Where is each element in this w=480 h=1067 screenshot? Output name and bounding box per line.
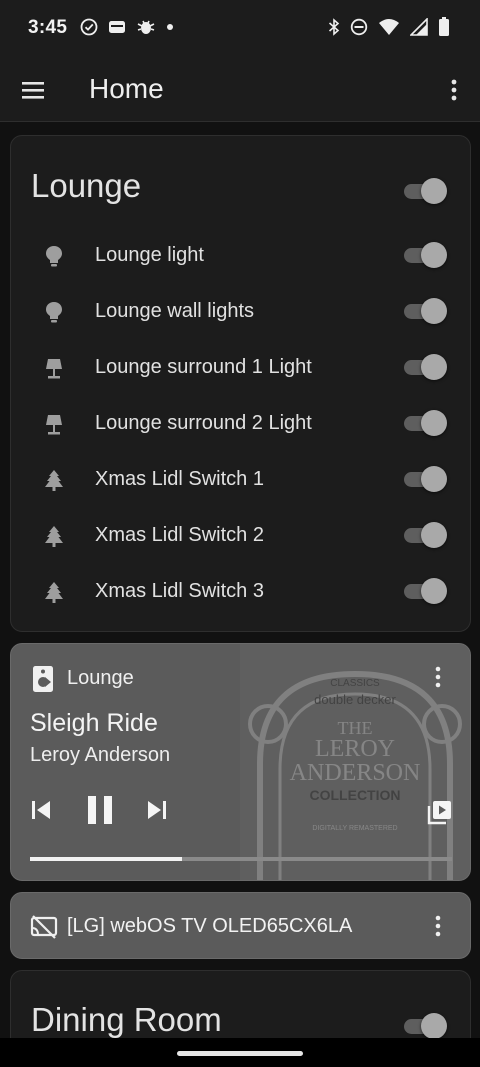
browse-media-button[interactable] bbox=[426, 798, 454, 826]
battery-icon bbox=[438, 17, 450, 37]
pause-button[interactable] bbox=[83, 793, 117, 827]
entity-row-xmas-switch-2[interactable]: Xmas Lidl Switch 2 bbox=[11, 508, 470, 564]
media-song-title: Sleigh Ride bbox=[30, 709, 158, 737]
more-vert-icon[interactable] bbox=[450, 78, 458, 102]
entity-row-xmas-switch-1[interactable]: Xmas Lidl Switch 1 bbox=[11, 452, 470, 508]
entity-label: Lounge wall lights bbox=[95, 300, 254, 322]
dot-icon bbox=[166, 23, 174, 31]
album-text-label: double decker bbox=[314, 692, 396, 707]
wallet-icon bbox=[108, 19, 126, 35]
entity-row-lounge-surround-1[interactable]: Lounge surround 1 Light bbox=[11, 340, 470, 396]
playlist-play-icon bbox=[427, 801, 451, 825]
entity-label: Lounge surround 1 Light bbox=[95, 356, 312, 378]
lamp-icon bbox=[46, 415, 62, 435]
album-text-anderson: ANDERSON bbox=[290, 760, 421, 786]
signal-icon bbox=[410, 18, 428, 36]
entity-toggle[interactable] bbox=[404, 242, 447, 268]
pause-icon bbox=[88, 796, 112, 824]
bug-icon bbox=[136, 18, 156, 36]
skip-next-icon bbox=[148, 801, 166, 819]
tv-media-card[interactable]: [LG] webOS TV OLED65CX6LA bbox=[10, 892, 471, 959]
navigation-bar bbox=[0, 1038, 480, 1067]
entity-toggle[interactable] bbox=[404, 466, 447, 492]
more-vert-icon[interactable] bbox=[434, 666, 442, 688]
pine-tree-icon bbox=[45, 470, 63, 491]
wifi-icon bbox=[378, 18, 400, 36]
entity-toggle[interactable] bbox=[404, 354, 447, 380]
skip-previous-icon bbox=[32, 801, 50, 819]
bulb-icon bbox=[46, 302, 62, 323]
album-text-remastered: DIGITALLY REMASTERED bbox=[312, 825, 397, 832]
bulb-icon bbox=[46, 246, 62, 267]
tv-device-name: [LG] webOS TV OLED65CX6LA bbox=[67, 915, 353, 937]
do-not-disturb-icon bbox=[350, 18, 368, 36]
lounge-master-toggle[interactable] bbox=[404, 178, 447, 204]
album-text-leroy: LEROY bbox=[315, 736, 395, 762]
media-player-card[interactable]: CLASSICS double decker THE LEROY ANDERSO… bbox=[10, 643, 471, 881]
home-gesture-handle[interactable] bbox=[177, 1051, 303, 1056]
entity-row-lounge-surround-2[interactable]: Lounge surround 2 Light bbox=[11, 396, 470, 452]
media-artist: Leroy Anderson bbox=[30, 744, 171, 766]
card-title-dining-room: Dining Room bbox=[31, 1001, 222, 1038]
entity-row-xmas-switch-3[interactable]: Xmas Lidl Switch 3 bbox=[11, 564, 470, 620]
entity-label: Xmas Lidl Switch 1 bbox=[95, 468, 264, 490]
app-bar: Home bbox=[0, 58, 480, 122]
media-progress-bar[interactable] bbox=[30, 857, 452, 861]
bluetooth-icon bbox=[328, 18, 340, 36]
more-vert-icon[interactable] bbox=[434, 915, 442, 937]
entity-row-lounge-light[interactable]: Lounge light bbox=[11, 228, 470, 284]
status-notification-icons bbox=[80, 18, 174, 36]
dining-master-toggle[interactable] bbox=[404, 1013, 447, 1039]
next-track-button[interactable] bbox=[145, 797, 169, 823]
entity-row-lounge-wall-lights[interactable]: Lounge wall lights bbox=[11, 284, 470, 340]
check-circle-icon bbox=[80, 18, 98, 36]
media-progress-fill bbox=[30, 857, 182, 861]
cast-off-icon bbox=[30, 915, 58, 939]
status-system-icons bbox=[328, 17, 450, 37]
card-title-lounge: Lounge bbox=[31, 167, 142, 204]
menu-icon[interactable] bbox=[20, 78, 46, 102]
pine-tree-icon bbox=[45, 526, 63, 547]
entity-label: Lounge surround 2 Light bbox=[95, 412, 312, 434]
entity-label: Xmas Lidl Switch 2 bbox=[95, 524, 264, 546]
previous-track-button[interactable] bbox=[29, 797, 53, 823]
status-bar: 3:45 bbox=[0, 0, 480, 58]
album-text-classics: CLASSICS bbox=[330, 678, 380, 689]
entity-label: Lounge light bbox=[95, 244, 204, 266]
lamp-icon bbox=[46, 359, 62, 379]
pine-tree-icon bbox=[45, 582, 63, 603]
album-text-collection: COLLECTION bbox=[310, 787, 401, 803]
speaker-icon bbox=[33, 666, 53, 692]
album-text-the: THE bbox=[338, 718, 373, 738]
entity-toggle[interactable] bbox=[404, 298, 447, 324]
status-time: 3:45 bbox=[28, 17, 68, 38]
media-source-name: Lounge bbox=[67, 667, 134, 689]
entity-toggle[interactable] bbox=[404, 522, 447, 548]
page-title: Home bbox=[89, 73, 164, 104]
entity-label: Xmas Lidl Switch 3 bbox=[95, 580, 264, 602]
lounge-card: Lounge Lounge light Lounge wall lights L… bbox=[10, 135, 471, 632]
entity-toggle[interactable] bbox=[404, 578, 447, 604]
entity-toggle[interactable] bbox=[404, 410, 447, 436]
